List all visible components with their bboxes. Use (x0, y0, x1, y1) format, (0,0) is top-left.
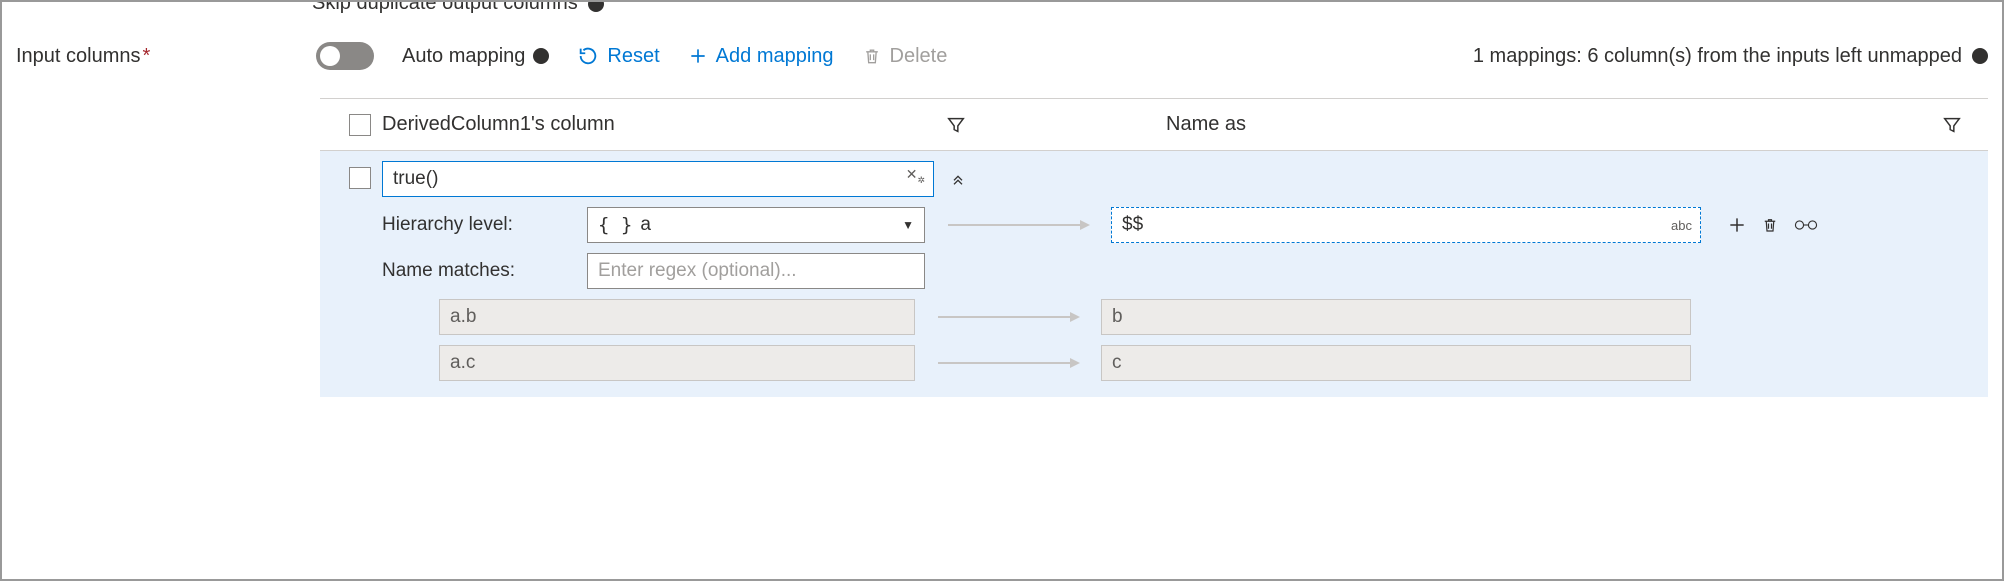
trash-icon (862, 45, 882, 67)
plus-icon (688, 46, 708, 66)
link-button[interactable] (1793, 218, 1819, 232)
skip-duplicate-label: Skip duplicate output columns (312, 0, 578, 15)
add-row-button[interactable] (1727, 215, 1747, 235)
required-asterisk: * (143, 45, 151, 67)
preview-source: a.b (439, 299, 915, 335)
collapse-icon[interactable] (944, 171, 972, 187)
reset-icon (577, 45, 599, 67)
trash-icon (1761, 215, 1779, 235)
name-matches-placeholder: Enter regex (optional)... (598, 260, 797, 282)
info-icon[interactable] (533, 48, 549, 64)
select-all-checkbox[interactable] (349, 114, 371, 136)
name-as-input[interactable]: $$ abc (1111, 207, 1701, 243)
name-as-value: $$ (1122, 214, 1143, 236)
delete-row-button[interactable] (1761, 215, 1779, 235)
chevron-down-icon: ▼ (902, 218, 914, 232)
preview-target: b (1101, 299, 1691, 335)
add-mapping-text: Add mapping (716, 45, 834, 68)
skip-duplicate-row: Skip duplicate output columns (312, 0, 604, 15)
info-icon[interactable] (1972, 48, 1988, 64)
hierarchy-level-label: Hierarchy level: (382, 214, 577, 236)
preview-target: c (1101, 345, 1691, 381)
name-matches-label: Name matches: (382, 260, 577, 282)
mapping-arrow (925, 316, 1091, 318)
mapping-status: 1 mappings: 6 column(s) from the inputs … (1473, 45, 1988, 68)
delete-text: Delete (890, 45, 948, 68)
abc-type-icon: abc (1671, 218, 1692, 233)
info-icon (588, 0, 604, 12)
expression-builder-icon[interactable]: ✕✲ (906, 166, 925, 186)
filter-icon (1941, 114, 1963, 136)
filter-icon (945, 114, 967, 136)
mapping-row: true() ✕✲ Hierarchy level: { } a ▼ (320, 151, 1988, 397)
add-mapping-button[interactable]: Add mapping (688, 45, 834, 68)
chevron-double-up-icon (950, 171, 966, 187)
expression-value: true() (393, 168, 438, 190)
row-checkbox[interactable] (349, 167, 371, 189)
column-header-source[interactable]: DerivedColumn1's column (382, 113, 936, 136)
filter-source-button[interactable] (936, 114, 976, 136)
column-header-nameas[interactable]: Name as (1166, 113, 1922, 136)
braces-icon: { } (598, 214, 632, 236)
auto-mapping-text: Auto mapping (402, 45, 525, 68)
grid-header: DerivedColumn1's column Name as (320, 99, 1988, 151)
mapping-arrow (935, 224, 1101, 226)
mapping-arrow (925, 362, 1091, 364)
glasses-icon (1793, 218, 1819, 232)
preview-source: a.c (439, 345, 915, 381)
hierarchy-level-value: a (640, 214, 651, 236)
reset-button[interactable]: Reset (577, 45, 659, 68)
auto-mapping-label: Auto mapping (402, 45, 549, 68)
input-columns-label: Input columns* (16, 45, 316, 68)
input-columns-text: Input columns (16, 45, 141, 67)
delete-button: Delete (862, 45, 948, 68)
expression-input[interactable]: true() ✕✲ (382, 161, 934, 197)
plus-icon (1727, 215, 1747, 235)
name-matches-input[interactable]: Enter regex (optional)... (587, 253, 925, 289)
auto-mapping-toggle[interactable] (316, 42, 374, 70)
reset-text: Reset (607, 45, 659, 68)
filter-nameas-button[interactable] (1922, 114, 1982, 136)
mapping-status-text: 1 mappings: 6 column(s) from the inputs … (1473, 45, 1962, 68)
hierarchy-level-dropdown[interactable]: { } a ▼ (587, 207, 925, 243)
